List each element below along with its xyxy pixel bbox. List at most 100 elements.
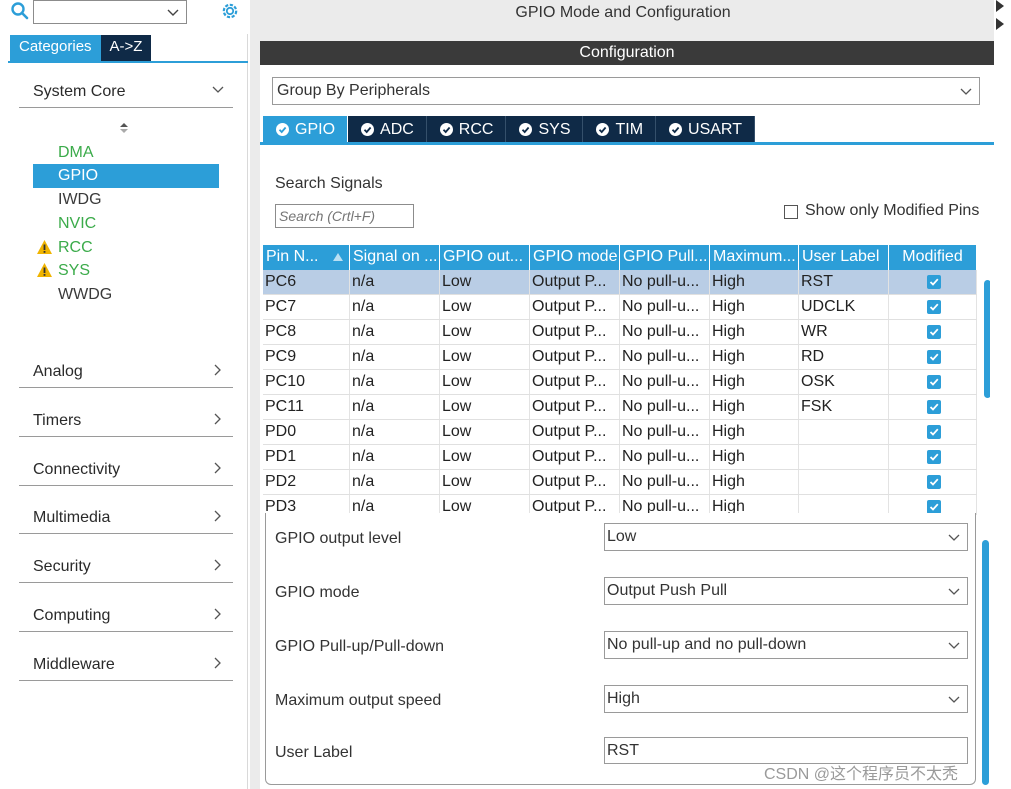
category-middleware[interactable]: Middleware [19,641,233,681]
column-header-gpio-mode[interactable]: GPIO mode [530,245,620,270]
category-security[interactable]: Security [19,543,233,583]
cell-modified[interactable] [889,295,977,319]
tab-tim[interactable]: TIM [583,116,657,143]
column-header-modified[interactable]: Modified [889,245,977,270]
sidebar-item-rcc[interactable]: RCC [33,236,219,260]
table-row[interactable]: PD0 n/a Low Output P... No pull-u... High [263,420,977,445]
tab-categories[interactable]: Categories [10,35,101,61]
pull-select[interactable]: No pull-up and no pull-down [604,631,968,659]
cell-user-label: UDCLK [799,295,889,319]
cell-modified[interactable] [889,320,977,344]
gear-icon[interactable] [219,0,241,22]
checkbox-checked-icon[interactable] [926,325,941,339]
category-connectivity[interactable]: Connectivity [19,446,233,486]
chevron-right-icon [214,364,221,376]
category-multimedia[interactable]: Multimedia [19,494,233,534]
column-header-pin[interactable]: Pin N... [263,245,350,270]
select-value: No pull-up and no pull-down [607,636,807,653]
checkbox-checked-icon[interactable] [926,350,941,364]
category-computing[interactable]: Computing [19,592,233,632]
cell-modified[interactable] [889,395,977,419]
cell-user-label: RD [799,345,889,369]
column-header-signal[interactable]: Signal on ... [350,245,440,270]
sidebar-item-iwdg[interactable]: IWDG [33,188,219,212]
cell-gpio-mode: Output P... [530,270,620,294]
pin-table: Pin N... Signal on ... GPIO out... GPIO … [263,245,990,515]
sidebar-item-gpio[interactable]: GPIO [33,164,219,188]
cell-signal: n/a [350,445,440,469]
cell-user-label: RST [799,270,889,294]
tab-sys[interactable]: SYS [506,116,584,143]
checkbox-checked-icon[interactable] [926,275,941,289]
table-row[interactable]: PC7 n/a Low Output P... No pull-u... High UDCL… [263,295,977,320]
sidebar-item-nvic[interactable]: NVIC [33,212,219,236]
show-modified-checkbox[interactable] [784,205,798,219]
column-header-gpio-pull[interactable]: GPIO Pull... [620,245,710,270]
checkbox-checked-icon[interactable] [926,450,941,464]
cell-pin: PC10 [263,370,350,394]
cell-modified[interactable] [889,495,977,515]
search-signals-input[interactable] [275,204,414,228]
show-modified-label: Show only Modified Pins [805,202,980,219]
column-header-gpio-output[interactable]: GPIO out... [440,245,530,270]
sidebar-item-wwdg[interactable]: WWDG [33,283,219,307]
tab-usart[interactable]: USART [656,116,755,143]
category-search-input[interactable] [33,0,187,24]
column-header-max-speed[interactable]: Maximum... [710,245,799,270]
group-by-select[interactable]: Group By Peripherals [272,77,980,105]
checkbox-checked-icon[interactable] [926,475,941,489]
table-row[interactable]: PC9 n/a Low Output P... No pull-u... High RD [263,345,977,370]
sidebar-item-sys[interactable]: SYS [33,259,219,283]
cell-modified[interactable] [889,370,977,394]
cell-modified[interactable] [889,420,977,444]
cell-max-speed: High [710,345,799,369]
cell-modified[interactable] [889,445,977,469]
checkbox-checked-icon[interactable] [926,500,941,514]
table-row[interactable]: PC10 n/a Low Output P... No pull-u... High OSK [263,370,977,395]
tab-gpio[interactable]: GPIO [263,116,349,143]
chevron-down-icon[interactable] [166,5,180,19]
cell-pin: PC7 [263,295,350,319]
table-row[interactable]: PD1 n/a Low Output P... No pull-u... High [263,445,977,470]
cell-modified[interactable] [889,270,977,294]
cell-gpio-output: Low [440,495,530,515]
search-icon[interactable] [10,1,30,23]
checkbox-checked-icon[interactable] [926,300,941,314]
sidebar-item-label: WWDG [58,286,113,303]
cell-gpio-pull: No pull-u... [620,470,710,494]
sidebar-item-label: SYS [58,262,91,279]
checkbox-checked-icon[interactable] [926,425,941,439]
table-row[interactable]: PD3 n/a Low Output P... No pull-u... High [263,495,977,515]
table-row[interactable]: PC11 n/a Low Output P... No pull-u... High FSK [263,395,977,420]
table-row[interactable]: PC8 n/a Low Output P... No pull-u... High WR [263,320,977,345]
pull-label: GPIO Pull-up/Pull-down [275,638,444,655]
collapse-arrow-icon[interactable] [996,0,1004,32]
category-system-core[interactable]: System Core [19,68,233,108]
cell-signal: n/a [350,495,440,515]
detail-scrollbar-thumb[interactable] [982,540,989,785]
cell-gpio-pull: No pull-u... [620,345,710,369]
table-scrollbar-thumb[interactable] [984,280,990,398]
category-analog[interactable]: Analog [19,348,233,388]
tab-rcc[interactable]: RCC [426,116,507,143]
tab-label: USART [688,120,742,138]
select-value: High [607,690,640,707]
column-header-user-label[interactable]: User Label [799,245,889,270]
table-row[interactable]: PD2 n/a Low Output P... No pull-u... High [263,470,977,495]
table-row[interactable]: PC6 n/a Low Output P... No pull-u... High RST [263,270,977,295]
checkbox-checked-icon[interactable] [926,400,941,414]
tab-a-to-z[interactable]: A->Z [100,35,152,61]
cell-pin: PC9 [263,345,350,369]
max-speed-select[interactable]: High [604,685,968,713]
cell-pin: PC11 [263,395,350,419]
sort-ascending-icon [333,253,343,261]
sort-icon[interactable] [118,122,130,134]
cell-modified[interactable] [889,345,977,369]
sidebar-item-dma[interactable]: DMA [33,141,219,165]
tab-adc[interactable]: ADC [348,116,427,143]
gpio-mode-select[interactable]: Output Push Pull [604,577,968,605]
checkbox-checked-icon[interactable] [926,375,941,389]
cell-modified[interactable] [889,470,977,494]
output-level-select[interactable]: Low [604,523,968,551]
category-timers[interactable]: Timers [19,397,233,437]
